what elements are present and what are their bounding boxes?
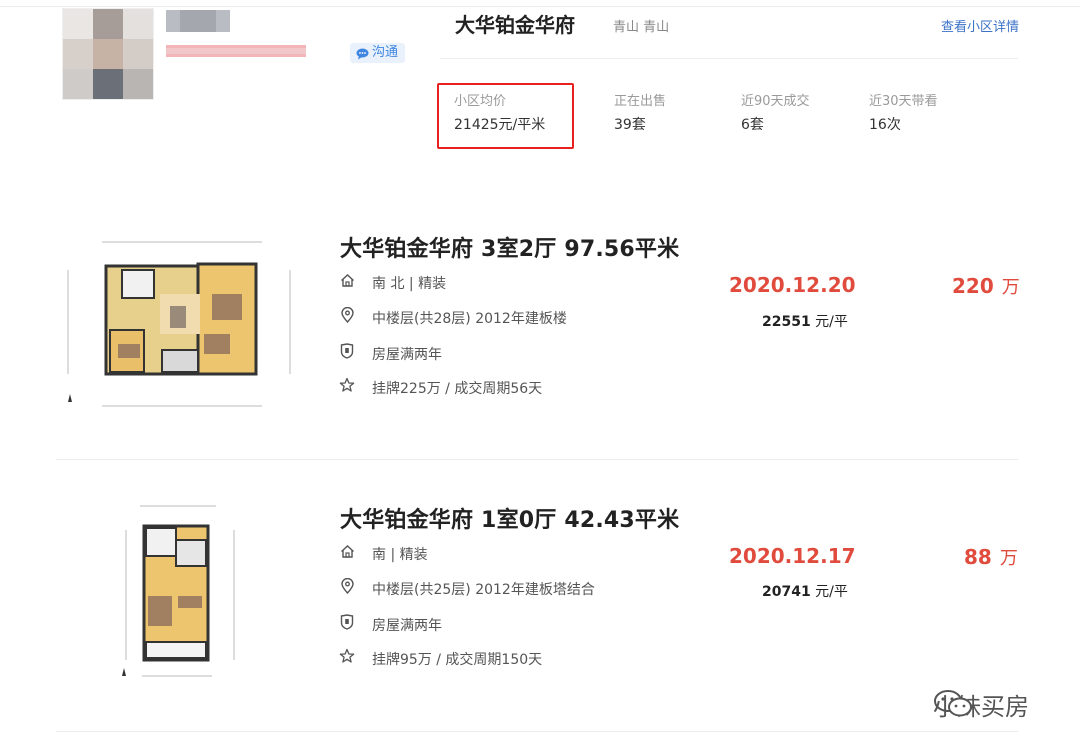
unit-price-suffix: 元/平 [815, 314, 848, 330]
unit-price: 20741 元/平 [762, 581, 848, 601]
listing-history: 挂牌225万 / 成交周期56天 [372, 381, 543, 397]
listing-history: 挂牌95万 / 成交周期150天 [372, 652, 543, 668]
wechat-icon [933, 689, 975, 725]
community-district: 青山 青山 [613, 20, 670, 35]
unit-price: 22551 元/平 [762, 311, 848, 331]
star-icon [339, 648, 355, 668]
community-detail-link[interactable]: 查看小区详情 [941, 16, 1019, 35]
listing-orientation: 南 北 | 精装 [372, 276, 447, 292]
agent-phone-blurred [166, 45, 306, 57]
stat-viewings-30d: 近30天带看 16次 [869, 90, 938, 134]
location-pin-icon [340, 577, 355, 598]
stat-label: 正在出售 [614, 94, 667, 109]
deal-date: 2020.12.17 [729, 544, 856, 568]
stat-label: 近30天带看 [869, 94, 938, 109]
location-pin-icon [340, 306, 355, 327]
community-divider [440, 58, 1018, 59]
stat-on-sale: 正在出售 39套 [614, 90, 666, 134]
stat-deals-90d: 近90天成交 6套 [741, 90, 810, 134]
listing-divider [56, 731, 1018, 732]
top-divider [0, 6, 1080, 7]
chat-bubble-icon [356, 47, 369, 67]
chat-button-label: 沟通 [372, 45, 399, 60]
highlight-box [437, 83, 574, 149]
listing-floor-info: 中楼层(共28层) 2012年建板楼 [372, 311, 567, 327]
total-price-unit: 万 [1001, 277, 1020, 298]
listing-tag: 房屋满两年 [372, 347, 442, 363]
listing-tag: 房屋满两年 [372, 618, 442, 634]
watermark: 小妹买房 [885, 687, 1029, 722]
stat-value: 39套 [614, 117, 646, 133]
agent-avatar[interactable] [62, 8, 154, 100]
stat-value: 6套 [741, 117, 764, 133]
total-price-value: 220 [952, 274, 994, 298]
total-price-unit: 万 [999, 548, 1018, 569]
house-icon [340, 273, 355, 292]
listing-floor-info: 中楼层(共25层) 2012年建板塔结合 [372, 582, 595, 598]
shield-icon [340, 343, 354, 363]
total-price: 220 万 [952, 273, 1020, 299]
unit-price-value: 20741 [762, 584, 811, 600]
floor-plan-image[interactable] [112, 500, 248, 684]
house-icon [340, 544, 355, 563]
stat-label: 近90天成交 [741, 94, 810, 109]
community-name[interactable]: 大华铂金华府 [455, 9, 575, 38]
floor-plan-image[interactable] [62, 234, 298, 414]
agent-name-blurred [166, 10, 230, 32]
listing-orientation: 南 | 精装 [372, 547, 428, 563]
chat-button[interactable]: 沟通 [350, 43, 405, 63]
total-price-value: 88 [964, 545, 992, 569]
listing-title[interactable]: 大华铂金华府 1室0厅 42.43平米 [340, 502, 679, 534]
star-icon [339, 377, 355, 397]
shield-icon [340, 614, 354, 634]
listing-divider [56, 459, 1018, 460]
deal-date: 2020.12.20 [729, 273, 856, 297]
unit-price-value: 22551 [762, 314, 811, 330]
unit-price-suffix: 元/平 [815, 584, 848, 600]
stat-value: 16次 [869, 117, 901, 133]
total-price: 88 万 [964, 544, 1018, 570]
listing-title[interactable]: 大华铂金华府 3室2厅 97.56平米 [340, 231, 679, 263]
